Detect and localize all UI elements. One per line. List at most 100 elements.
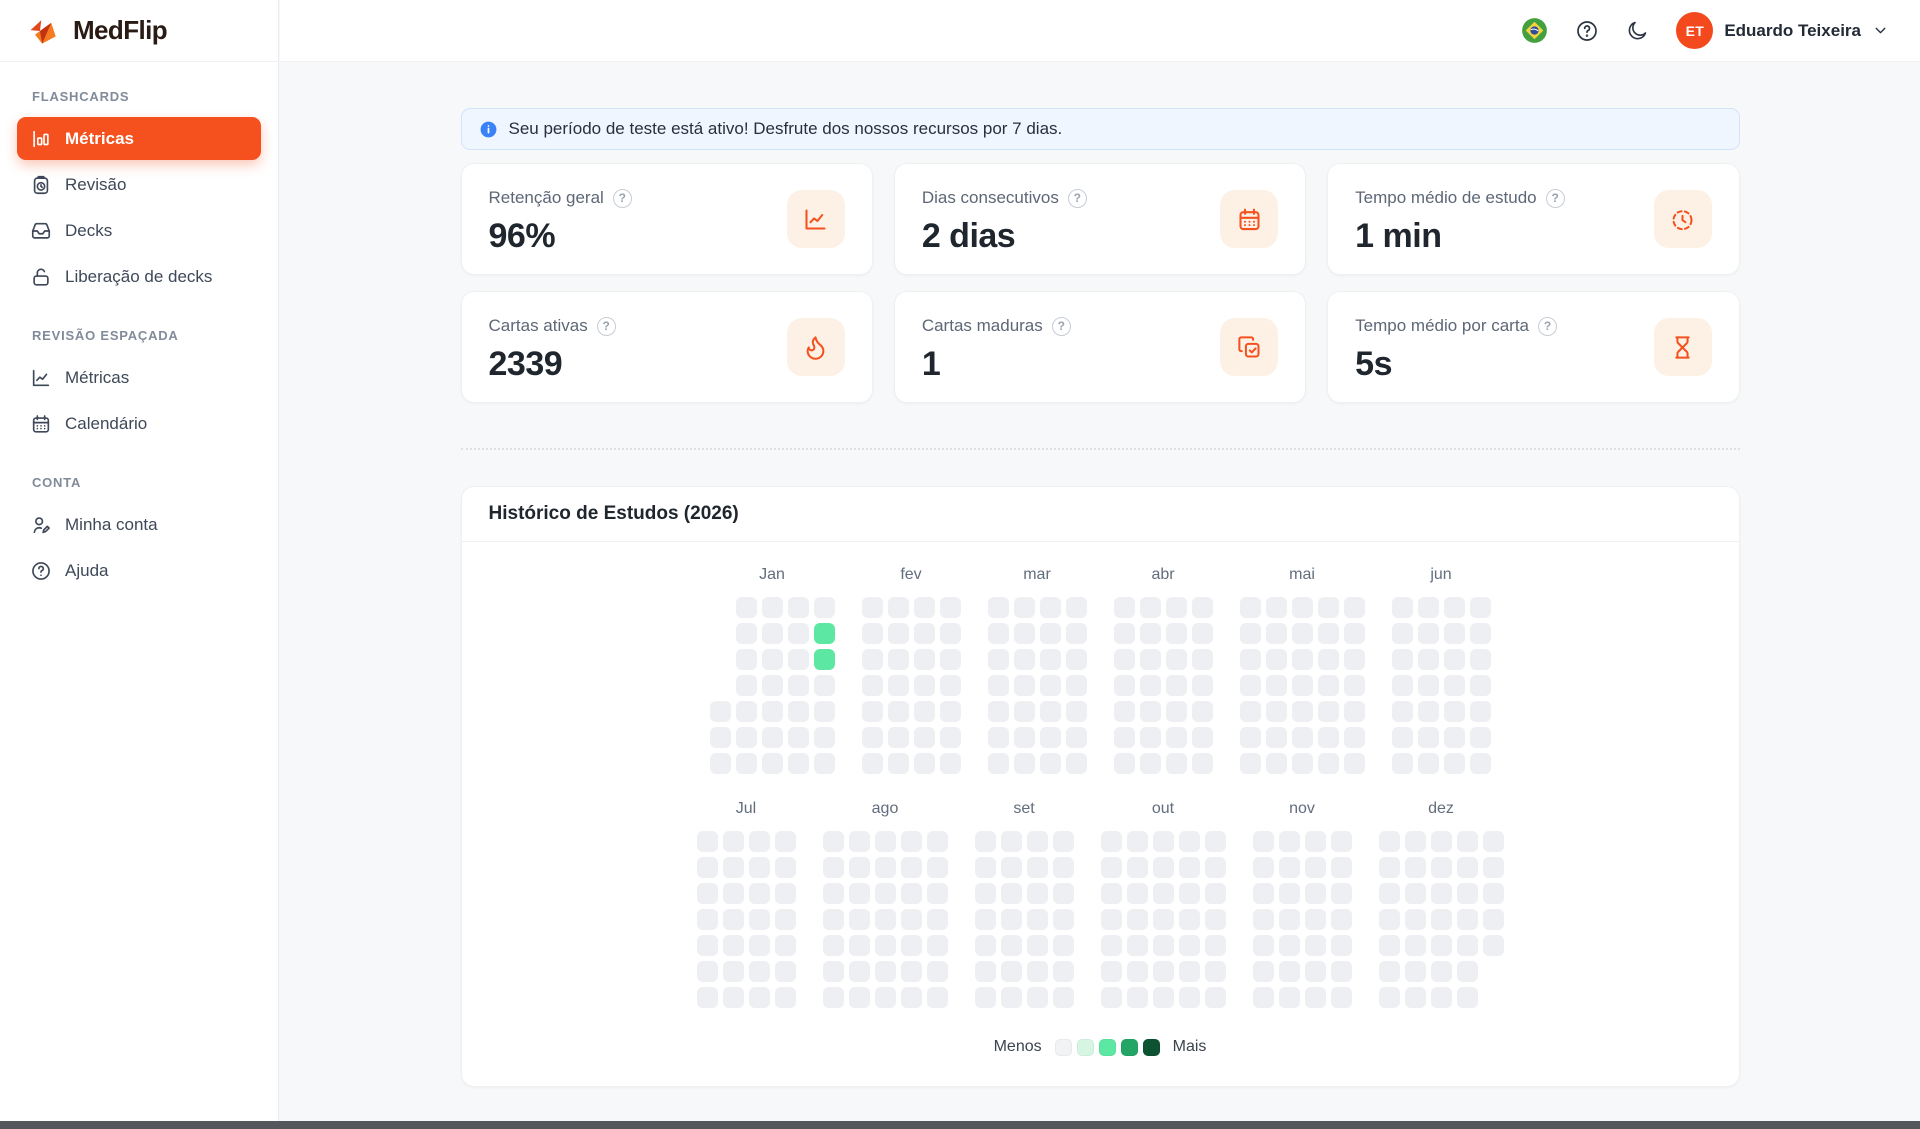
heatmap-cell	[1101, 909, 1122, 930]
app-logo[interactable]: MedFlip	[0, 0, 278, 62]
heatmap-cell	[1140, 623, 1161, 644]
metric-label: Dias consecutivos	[922, 188, 1059, 208]
heatmap-cell	[1240, 727, 1261, 748]
heatmap-cell	[927, 909, 948, 930]
timer-icon	[1654, 190, 1712, 248]
heatmap-cell	[814, 753, 835, 774]
sidebar-item-métricas[interactable]: Métricas	[17, 117, 261, 160]
sidebar-item-label: Calendário	[65, 414, 147, 434]
heatmap-cell	[1179, 857, 1200, 878]
medflip-logo-icon	[26, 13, 62, 49]
heatmap-cell	[849, 935, 870, 956]
heatmap-cell	[1253, 883, 1274, 904]
legend-swatch	[1121, 1039, 1138, 1056]
month-label: mar	[1023, 566, 1051, 584]
heatmap-cell	[1344, 623, 1365, 644]
avatar: ET	[1676, 12, 1713, 49]
metric-label: Cartas ativas	[489, 316, 588, 336]
sidebar-item-métricas[interactable]: Métricas	[17, 356, 261, 399]
heatmap-cell	[1392, 675, 1413, 696]
heatmap-cell	[975, 961, 996, 982]
sidebar-item-ajuda[interactable]: Ajuda	[17, 549, 261, 592]
metric-help-icon[interactable]: ?	[613, 189, 632, 208]
sidebar-item-calendário[interactable]: Calendário	[17, 402, 261, 445]
heatmap-cell	[1292, 623, 1313, 644]
heatmap-cell	[762, 701, 783, 722]
heatmap-cell	[1114, 753, 1135, 774]
heatmap-cell	[1127, 961, 1148, 982]
heatmap-cell	[814, 727, 835, 748]
heatmap-cell	[901, 883, 922, 904]
heatmap-cell	[1253, 961, 1274, 982]
legend-less-label: Menos	[994, 1038, 1042, 1056]
heatmap-cell	[1292, 701, 1313, 722]
heatmap-cell	[1431, 935, 1452, 956]
heatmap-cell	[723, 857, 744, 878]
heatmap-cell	[1066, 597, 1087, 618]
heatmap-cell	[1379, 987, 1400, 1008]
heatmap-cell	[988, 753, 1009, 774]
sidebar-item-decks[interactable]: Decks	[17, 209, 261, 252]
heatmap-cell	[1240, 623, 1261, 644]
heatmap-cell	[749, 831, 770, 852]
metric-help-icon[interactable]: ?	[1546, 189, 1565, 208]
month-label: set	[1013, 800, 1034, 818]
heatmap-cell	[1457, 987, 1478, 1008]
heatmap-cell	[749, 935, 770, 956]
metric-help-icon[interactable]: ?	[1068, 189, 1087, 208]
heatmap-cell	[1331, 909, 1352, 930]
heatmap-cell	[823, 831, 844, 852]
user-menu[interactable]: ET Eduardo Teixeira	[1676, 12, 1889, 49]
heatmap-cell	[1014, 623, 1035, 644]
metric-label: Cartas maduras	[922, 316, 1043, 336]
heatmap-cell	[1392, 623, 1413, 644]
month-label: fev	[900, 566, 921, 584]
moon-icon	[1626, 19, 1649, 42]
heatmap-cell	[1066, 649, 1087, 670]
heatmap-cell	[1331, 935, 1352, 956]
sidebar-item-liberação-de-decks[interactable]: Liberação de decks	[17, 255, 261, 298]
heatmap-cell	[988, 727, 1009, 748]
heatmap-cell	[901, 831, 922, 852]
heatmap-cell	[849, 987, 870, 1008]
heatmap-cell	[1101, 961, 1122, 982]
heatmap-cell	[1431, 909, 1452, 930]
heatmap-cell	[710, 753, 731, 774]
heatmap-cell	[1040, 675, 1061, 696]
legend-swatch	[1055, 1039, 1072, 1056]
metric-help-icon[interactable]: ?	[597, 317, 616, 336]
metric-label: Retenção geral	[489, 188, 604, 208]
heatmap-cell	[1166, 753, 1187, 774]
heatmap-cell	[1379, 909, 1400, 930]
heatmap-cell	[1027, 883, 1048, 904]
heatmap-cell	[1001, 831, 1022, 852]
heatmap-cell	[1140, 753, 1161, 774]
heatmap-cell	[1066, 623, 1087, 644]
language-flag-button[interactable]	[1521, 17, 1548, 44]
month-label: Jan	[759, 566, 785, 584]
heatmap-cell	[1066, 727, 1087, 748]
metric-card: Cartas maduras?1	[894, 291, 1306, 403]
dark-mode-toggle[interactable]	[1626, 19, 1649, 42]
heatmap-cell	[1053, 831, 1074, 852]
heatmap-cell	[1266, 727, 1287, 748]
trial-banner-text: Seu período de teste está ativo! Desfrut…	[509, 119, 1063, 139]
heatmap-cell	[1266, 649, 1287, 670]
heatmap-cell	[1405, 987, 1426, 1008]
heatmap-cell	[975, 935, 996, 956]
heatmap-cell	[1418, 597, 1439, 618]
sidebar-item-minha-conta[interactable]: Minha conta	[17, 503, 261, 546]
metric-value: 1 min	[1355, 217, 1564, 256]
heatmap-cell	[1205, 961, 1226, 982]
heatmap-cell	[1153, 831, 1174, 852]
heatmap-cell	[1305, 987, 1326, 1008]
heatmap-cell	[1344, 727, 1365, 748]
sidebar-item-label: Métricas	[65, 368, 129, 388]
sidebar-item-revisão[interactable]: Revisão	[17, 163, 261, 206]
metric-help-icon[interactable]: ?	[1052, 317, 1071, 336]
heatmap-cell	[1040, 727, 1061, 748]
help-button[interactable]	[1575, 19, 1599, 43]
heatmap-cell	[749, 909, 770, 930]
heatmap-cell	[1418, 649, 1439, 670]
metric-help-icon[interactable]: ?	[1538, 317, 1557, 336]
